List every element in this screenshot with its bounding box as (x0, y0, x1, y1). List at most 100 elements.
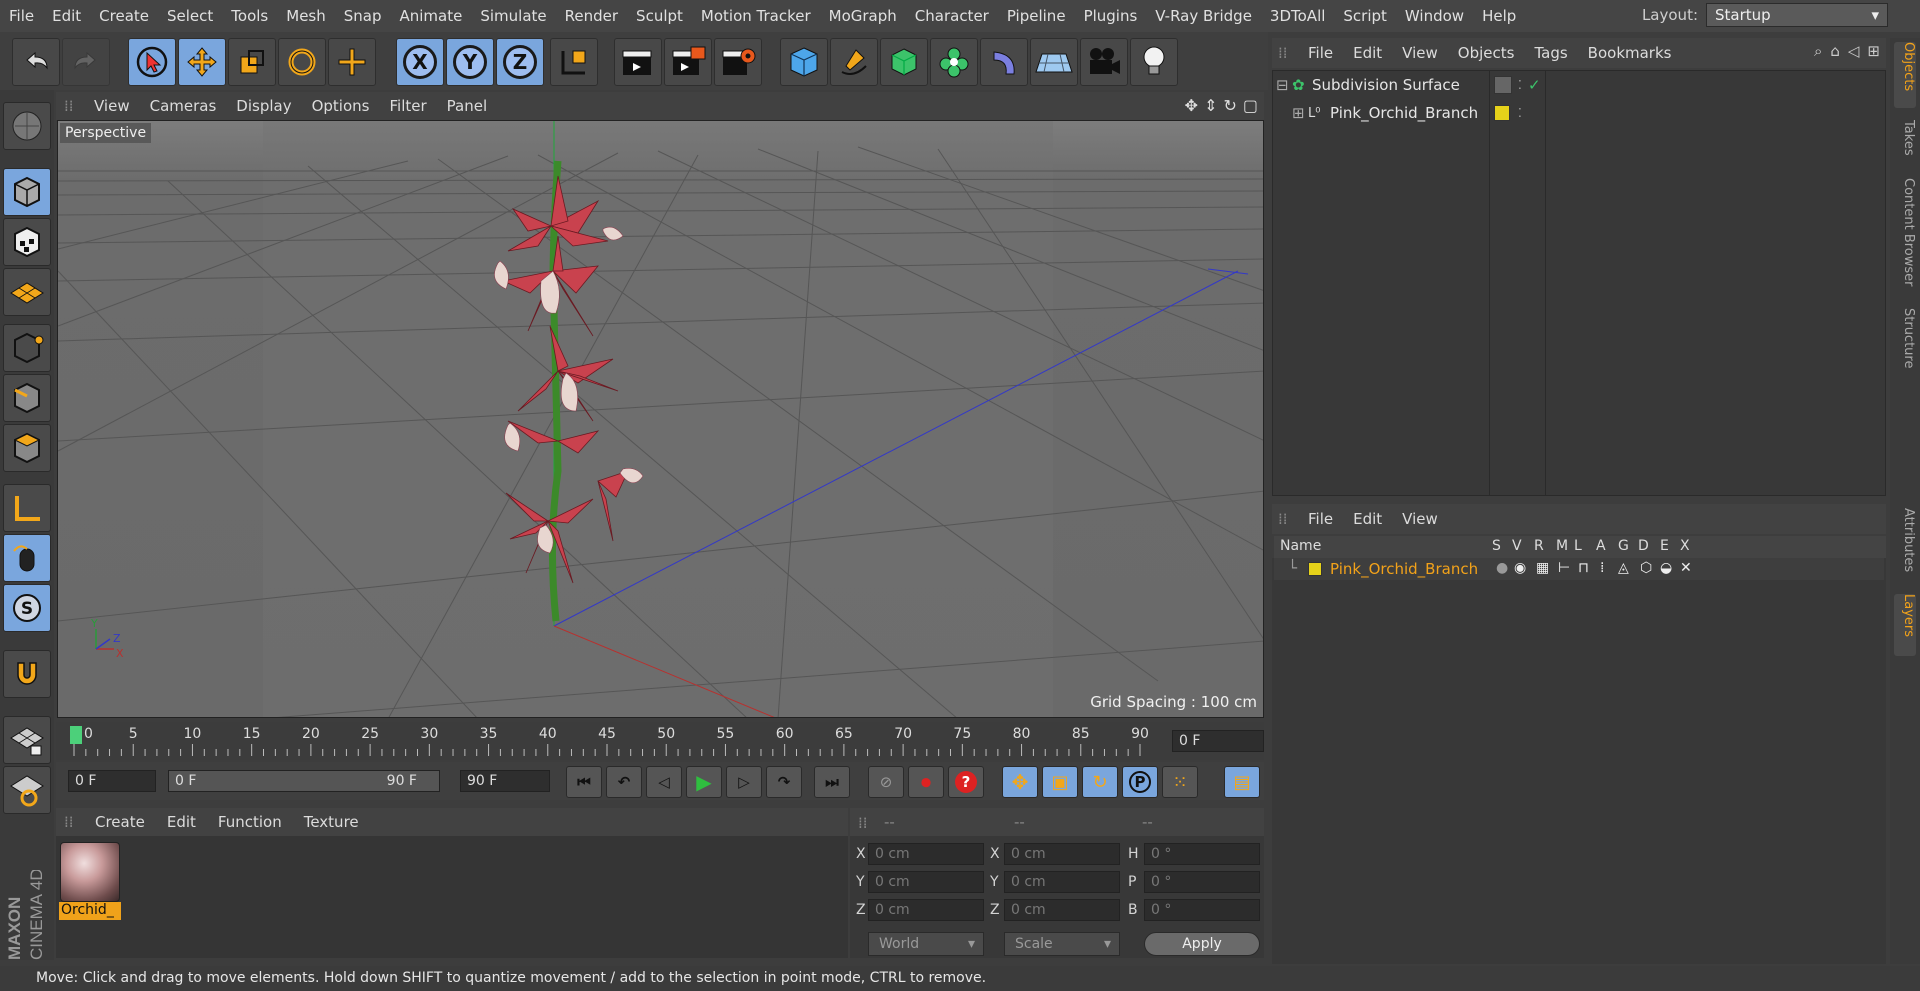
expand-icon[interactable]: ⊞ (1292, 104, 1308, 122)
tab-attributes[interactable]: Attributes (1894, 508, 1916, 586)
vp-menu-view[interactable]: View (84, 97, 140, 115)
lm-menu-edit[interactable]: Edit (1343, 510, 1392, 528)
axis-mode-button[interactable] (3, 484, 51, 532)
tab-takes[interactable]: Takes (1894, 120, 1916, 168)
recent-tool-button[interactable] (328, 38, 376, 86)
edges-mode-button[interactable] (3, 374, 51, 422)
coordinate-system-button[interactable] (550, 38, 598, 86)
search-icon[interactable]: ⌕ (1814, 42, 1822, 60)
render-settings-button[interactable] (714, 38, 762, 86)
y-axis-button[interactable]: Y (446, 38, 494, 86)
menu-vray-bridge[interactable]: V-Ray Bridge (1146, 0, 1261, 32)
perspective-viewport[interactable]: Y X Z Perspective Grid Spacing : 100 cm (57, 120, 1264, 718)
menu-tools[interactable]: Tools (222, 0, 277, 32)
om-menu-objects[interactable]: Objects (1448, 44, 1525, 62)
size-x-field[interactable]: 0 cm (1004, 843, 1120, 865)
frame-range-slider[interactable]: 0 F 90 F (168, 770, 440, 792)
size-mode-dropdown[interactable]: Scale ▾ (1004, 932, 1120, 956)
next-key-button[interactable]: ↷ (766, 766, 802, 798)
mat-menu-function[interactable]: Function (207, 813, 293, 831)
menu-help[interactable]: Help (1473, 0, 1525, 32)
orbit-icon[interactable]: ↻ (1223, 96, 1236, 115)
floor-button[interactable] (1030, 38, 1078, 86)
mat-menu-create[interactable]: Create (84, 813, 156, 831)
home-icon[interactable]: ⌂ (1830, 42, 1840, 60)
om-menu-tags[interactable]: Tags (1524, 44, 1577, 62)
record-point-level-button[interactable]: ⁙ (1162, 766, 1198, 798)
snap-button[interactable] (3, 650, 51, 698)
expression-icon[interactable]: ◒ (1660, 560, 1672, 576)
layout-dropdown[interactable]: Startup ▾ (1706, 3, 1888, 27)
pos-y-field[interactable]: 0 cm (868, 871, 984, 893)
keyframe-selection-button[interactable]: ? (948, 766, 984, 798)
tab-objects[interactable]: Objects (1894, 42, 1916, 108)
menu-mesh[interactable]: Mesh (277, 0, 335, 32)
om-menu-bookmarks[interactable]: Bookmarks (1578, 44, 1682, 62)
model-mode-button[interactable] (3, 168, 51, 216)
xref-icon[interactable]: ✕ (1680, 560, 1692, 576)
menu-render[interactable]: Render (556, 0, 627, 32)
tweak-mode-button[interactable] (3, 534, 51, 582)
cloner-button[interactable] (930, 38, 978, 86)
om-menu-edit[interactable]: Edit (1343, 44, 1392, 62)
go-to-end-button[interactable]: ⏭ (814, 766, 850, 798)
new-window-icon[interactable]: ⊞ (1867, 42, 1880, 60)
solo-button[interactable]: S (3, 584, 51, 632)
timeline-ruler[interactable]: 0 5 10 15 20 25 30 35 40 45 50 55 60 65 70 75 80 85 90 (56, 722, 1264, 760)
vp-menu-filter[interactable]: Filter (379, 97, 436, 115)
pan-icon[interactable]: ✥ (1185, 96, 1198, 115)
polygons-mode-button[interactable] (3, 424, 51, 472)
coord-system-dropdown[interactable]: World ▾ (868, 932, 984, 956)
menu-mograph[interactable]: MoGraph (820, 0, 906, 32)
menu-pipeline[interactable]: Pipeline (998, 0, 1075, 32)
size-z-field[interactable]: 0 cm (1004, 899, 1120, 921)
menu-script[interactable]: Script (1334, 0, 1396, 32)
move-tool-button[interactable] (178, 38, 226, 86)
material-name-label[interactable]: Orchid_ (59, 902, 121, 920)
render-to-picture-viewer-button[interactable] (664, 38, 712, 86)
back-icon[interactable]: ◁ (1848, 42, 1860, 60)
menu-plugins[interactable]: Plugins (1075, 0, 1147, 32)
visibility-dots-icon[interactable]: ⁚ (1518, 106, 1522, 120)
render-view-button[interactable] (614, 38, 662, 86)
current-frame-field[interactable]: 0 F (1172, 730, 1264, 752)
tab-structure[interactable]: Structure (1894, 308, 1916, 388)
record-position-button[interactable]: ✥ (1002, 766, 1038, 798)
eye-icon[interactable]: ◉ (1514, 560, 1526, 576)
layer-color-swatch[interactable] (1494, 105, 1510, 121)
om-menu-view[interactable]: View (1392, 44, 1448, 62)
menu-simulate[interactable]: Simulate (471, 0, 555, 32)
undo-button[interactable] (12, 38, 60, 86)
redo-button[interactable] (62, 38, 110, 86)
scale-tool-button[interactable] (228, 38, 276, 86)
locked-workplane-button[interactable] (3, 716, 51, 764)
menu-file[interactable]: File (0, 0, 43, 32)
vp-menu-display[interactable]: Display (226, 97, 301, 115)
generator-icon[interactable]: ◬ (1618, 560, 1629, 576)
vp-menu-cameras[interactable]: Cameras (140, 97, 227, 115)
autokey-button[interactable]: ⏺ (908, 766, 944, 798)
previous-frame-button[interactable]: ◁ (646, 766, 682, 798)
record-scale-button[interactable]: ▣ (1042, 766, 1078, 798)
lm-menu-view[interactable]: View (1392, 510, 1448, 528)
rot-p-field[interactable]: 0 ° (1144, 871, 1260, 893)
menu-snap[interactable]: Snap (335, 0, 391, 32)
camera-button[interactable] (1080, 38, 1128, 86)
layer-name[interactable]: Pink_Orchid_Branch (1330, 560, 1478, 578)
tab-layers[interactable]: Layers (1894, 594, 1916, 656)
light-button[interactable] (1130, 38, 1178, 86)
material-thumbnail[interactable] (60, 842, 120, 902)
menu-sculpt[interactable]: Sculpt (627, 0, 692, 32)
maximize-view-icon[interactable]: ▢ (1243, 96, 1258, 115)
menu-select[interactable]: Select (158, 0, 222, 32)
record-parameter-button[interactable]: P (1122, 766, 1158, 798)
vp-menu-panel[interactable]: Panel (437, 97, 497, 115)
lock-icon[interactable]: ⊓ (1578, 560, 1589, 576)
pos-x-field[interactable]: 0 cm (868, 843, 984, 865)
make-editable-button[interactable] (3, 102, 51, 150)
size-y-field[interactable]: 0 cm (1004, 871, 1120, 893)
layer-color-swatch[interactable] (1308, 562, 1322, 576)
visibility-dots-icon[interactable]: ⁚ (1518, 78, 1522, 92)
go-to-start-button[interactable]: ⏮ (566, 766, 602, 798)
tab-content-browser[interactable]: Content Browser (1894, 178, 1916, 298)
